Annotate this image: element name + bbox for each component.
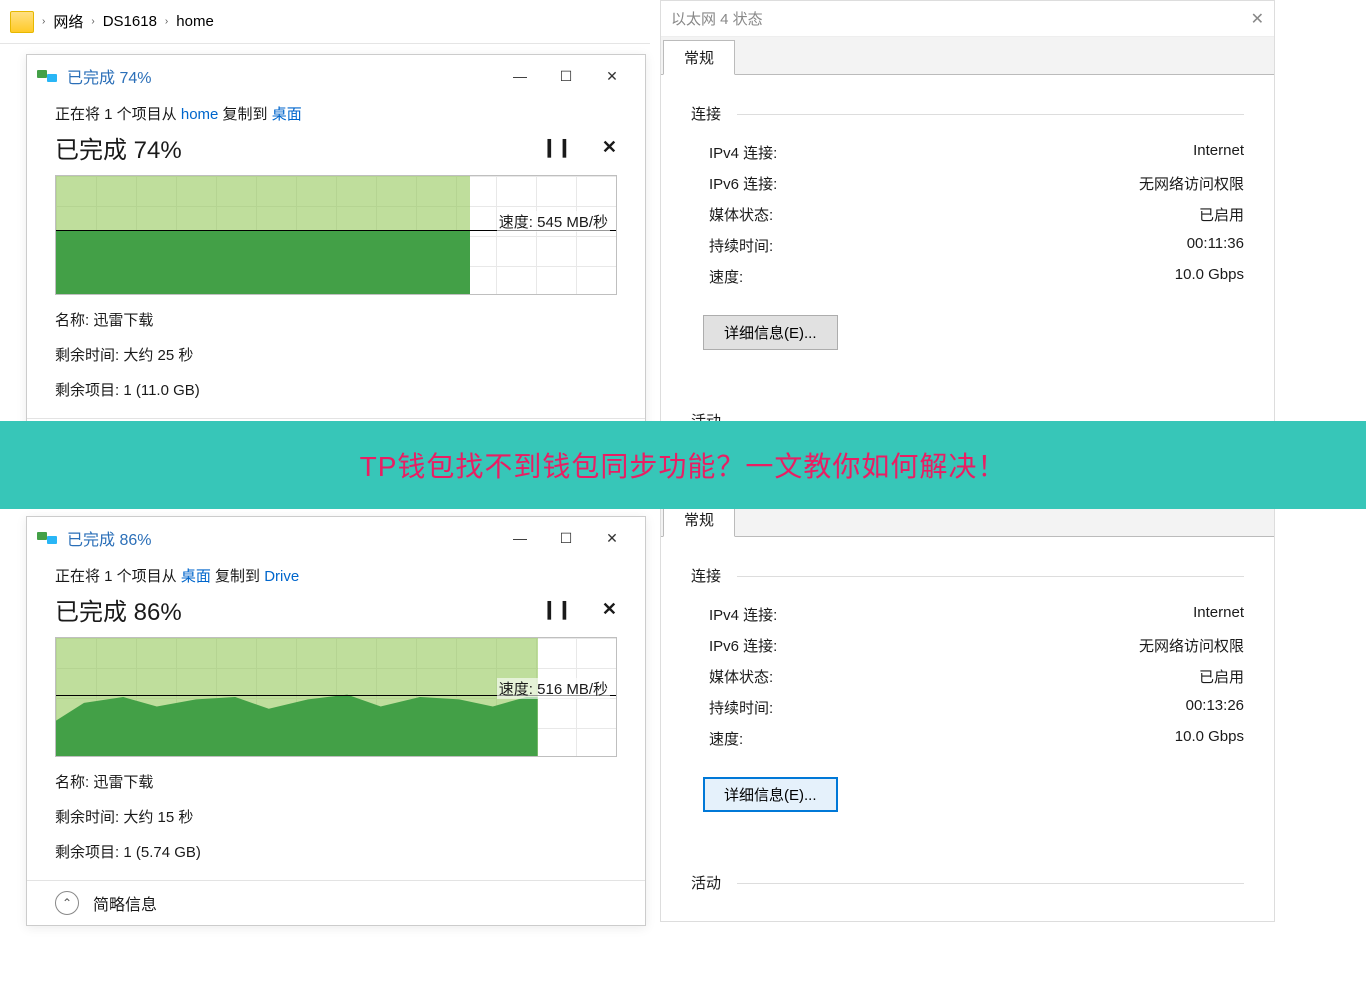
section-activity: 活动 <box>691 872 1244 893</box>
chevron-up-icon: ⌃ <box>55 891 79 915</box>
ethernet-status-panel: 以太网 1 状态 ✕ 常规 连接 IPv4 连接:Internet IPv6 连… <box>660 462 1275 922</box>
status-row: IPv6 连接:无网络访问权限 <box>709 173 1244 194</box>
copy-description: 正在将 1 个项目从 home 复制到 桌面 <box>55 103 617 124</box>
maximize-button[interactable]: ☐ <box>543 60 589 92</box>
overlay-banner: TP钱包找不到钱包同步功能？一文教你如何解决！ <box>0 421 1366 509</box>
transfer-remaining-items: 剩余项目: 1 (5.74 GB) <box>55 841 617 862</box>
transfer-icon <box>37 530 57 546</box>
tab-general[interactable]: 常规 <box>663 40 735 75</box>
breadcrumb: › 网络 › DS1618 › home <box>0 0 650 44</box>
crumb-home[interactable]: home <box>176 13 214 30</box>
titlebar[interactable]: 已完成 86% — ☐ ✕ <box>27 517 645 559</box>
transfer-dialog: 已完成 74% — ☐ ✕ 正在将 1 个项目从 home 复制到 桌面 已完成… <box>26 54 646 464</box>
cancel-button[interactable]: ✕ <box>602 137 617 158</box>
speed-chart: 速度: 545 MB/秒 <box>55 175 617 295</box>
close-button[interactable]: ✕ <box>1251 9 1264 29</box>
transfer-remaining-time: 剩余时间: 大约 25 秒 <box>55 344 617 365</box>
transfer-icon <box>37 68 57 84</box>
status-row: 媒体状态:已启用 <box>709 204 1244 225</box>
pause-button[interactable]: ❙❙ <box>542 137 572 158</box>
chevron-icon: › <box>91 16 94 27</box>
details-button[interactable]: 详细信息(E)... <box>703 315 838 350</box>
close-button[interactable]: ✕ <box>589 522 635 554</box>
cancel-button[interactable]: ✕ <box>602 599 617 620</box>
titlebar[interactable]: 以太网 4 状态 ✕ <box>661 1 1274 37</box>
status-row: 速度:10.0 Gbps <box>709 728 1244 749</box>
transfer-name: 名称: 迅雷下载 <box>55 771 617 792</box>
details-toggle[interactable]: ⌃ 简略信息 <box>27 880 645 925</box>
status-row: 持续时间:00:13:26 <box>709 697 1244 718</box>
titlebar[interactable]: 已完成 74% — ☐ ✕ <box>27 55 645 97</box>
chevron-icon: › <box>165 16 168 27</box>
speed-label: 速度: 545 MB/秒 <box>497 211 610 232</box>
transfer-dialog: 已完成 86% — ☐ ✕ 正在将 1 个项目从 桌面 复制到 Drive 已完… <box>26 516 646 926</box>
chevron-icon: › <box>42 16 45 27</box>
copy-description: 正在将 1 个项目从 桌面 复制到 Drive <box>55 565 617 586</box>
tabstrip: 常规 <box>661 37 1274 75</box>
progress-percent: 已完成 74% <box>55 130 182 165</box>
section-connection: 连接 <box>691 103 1244 124</box>
transfer-name: 名称: 迅雷下载 <box>55 309 617 330</box>
folder-icon <box>10 11 34 33</box>
section-connection: 连接 <box>691 565 1244 586</box>
pause-button[interactable]: ❙❙ <box>542 599 572 620</box>
maximize-button[interactable]: ☐ <box>543 522 589 554</box>
source-link[interactable]: home <box>181 106 219 123</box>
crumb-network[interactable]: 网络 <box>53 11 83 32</box>
details-button[interactable]: 详细信息(E)... <box>703 777 838 812</box>
speed-label: 速度: 516 MB/秒 <box>497 678 610 699</box>
status-row: 持续时间:00:11:36 <box>709 235 1244 256</box>
status-row: 媒体状态:已启用 <box>709 666 1244 687</box>
dialog-title: 已完成 74% <box>67 64 151 88</box>
transfer-remaining-time: 剩余时间: 大约 15 秒 <box>55 806 617 827</box>
destination-link[interactable]: Drive <box>264 568 299 585</box>
status-row: 速度:10.0 Gbps <box>709 266 1244 287</box>
source-link[interactable]: 桌面 <box>181 568 211 585</box>
close-button[interactable]: ✕ <box>589 60 635 92</box>
progress-percent: 已完成 86% <box>55 592 182 627</box>
status-row: IPv4 连接:Internet <box>709 142 1244 163</box>
dialog-title: 已完成 86% <box>67 526 151 550</box>
ethernet-status-panel: 以太网 4 状态 ✕ 常规 连接 IPv4 连接:Internet IPv6 连… <box>660 0 1275 460</box>
minimize-button[interactable]: — <box>497 60 543 92</box>
minimize-button[interactable]: — <box>497 522 543 554</box>
speed-chart: 速度: 516 MB/秒 <box>55 637 617 757</box>
crumb-ds1618[interactable]: DS1618 <box>103 13 157 30</box>
destination-link[interactable]: 桌面 <box>272 106 302 123</box>
status-row: IPv6 连接:无网络访问权限 <box>709 635 1244 656</box>
transfer-remaining-items: 剩余项目: 1 (11.0 GB) <box>55 379 617 400</box>
status-row: IPv4 连接:Internet <box>709 604 1244 625</box>
